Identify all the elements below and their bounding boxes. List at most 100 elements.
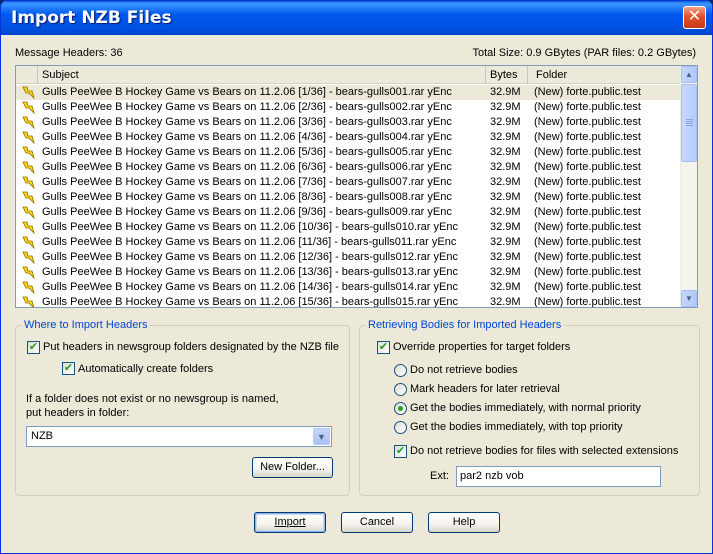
list-row[interactable]: Gulls PeeWee B Hockey Game vs Bears on 1…	[16, 280, 681, 295]
override-properties-checkbox[interactable]: ✔	[377, 341, 390, 354]
list-row[interactable]: Gulls PeeWee B Hockey Game vs Bears on 1…	[16, 220, 681, 235]
ext-label: Ext:	[430, 470, 449, 482]
list-row[interactable]: Gulls PeeWee B Hockey Game vs Bears on 1…	[16, 160, 681, 175]
auto-create-folders-label[interactable]: Automatically create folders	[78, 363, 213, 375]
new-folder-button[interactable]: New Folder...	[252, 457, 333, 478]
row-subject: Gulls PeeWee B Hockey Game vs Bears on 1…	[42, 281, 458, 293]
thumb-grip	[686, 119, 693, 120]
chevron-up-icon: ▲	[685, 70, 693, 79]
radio-normal-priority[interactable]	[394, 402, 407, 415]
scroll-thumb[interactable]	[681, 84, 697, 162]
row-subject: Gulls PeeWee B Hockey Game vs Bears on 1…	[42, 236, 457, 248]
radio-top-priority[interactable]	[394, 421, 407, 434]
thumb-grip	[686, 121, 693, 122]
list-vertical-scrollbar[interactable]: ▲ ▼	[680, 66, 697, 307]
column-header-bytes[interactable]: Bytes	[486, 66, 528, 84]
radio-normal-priority-label[interactable]: Get the bodies immediately, with normal …	[410, 402, 641, 414]
radio-selected-dot	[398, 406, 403, 411]
list-row[interactable]: Gulls PeeWee B Hockey Game vs Bears on 1…	[16, 235, 681, 250]
close-button[interactable]: ✕	[683, 6, 706, 29]
dropdown-button[interactable]: ▼	[313, 428, 330, 445]
list-row[interactable]: Gulls PeeWee B Hockey Game vs Bears on 1…	[16, 130, 681, 145]
list-row[interactable]: Gulls PeeWee B Hockey Game vs Bears on 1…	[16, 115, 681, 130]
yellow-lightning-icon	[21, 101, 35, 115]
message-headers-count: Message Headers: 36	[15, 47, 123, 59]
row-folder: (New) forte.public.test	[534, 206, 641, 218]
column-header-folder[interactable]: Folder	[528, 66, 681, 84]
list-row[interactable]: Gulls PeeWee B Hockey Game vs Bears on 1…	[16, 100, 681, 115]
radio-mark-later[interactable]	[394, 383, 407, 396]
radio-do-not-retrieve[interactable]	[394, 364, 407, 377]
list-row[interactable]: Gulls PeeWee B Hockey Game vs Bears on 1…	[16, 205, 681, 220]
chevron-down-icon: ▼	[317, 432, 326, 442]
put-headers-label[interactable]: Put headers in newsgroup folders designa…	[43, 341, 339, 353]
scroll-down-button[interactable]: ▼	[681, 290, 697, 307]
row-folder: (New) forte.public.test	[534, 176, 641, 188]
thumb-grip	[686, 123, 693, 124]
yellow-lightning-icon	[21, 296, 35, 307]
fallback-folder-select[interactable]: NZB ▼	[26, 426, 332, 447]
headers-list[interactable]: Subject Bytes Folder Gulls PeeWee B Hock…	[15, 65, 698, 308]
help-button[interactable]: Help	[428, 512, 500, 533]
auto-create-folders-checkbox[interactable]: ✔	[62, 362, 75, 375]
row-bytes: 32.9M	[490, 86, 521, 98]
radio-mark-later-label[interactable]: Mark headers for later retrieval	[410, 383, 560, 395]
list-header: Subject Bytes Folder	[16, 66, 681, 84]
list-row[interactable]: Gulls PeeWee B Hockey Game vs Bears on 1…	[16, 265, 681, 280]
row-folder: (New) forte.public.test	[534, 116, 641, 128]
close-icon: ✕	[687, 8, 702, 25]
extensions-input[interactable]: par2 nzb vob	[456, 466, 661, 487]
import-button[interactable]: Import	[254, 512, 326, 533]
yellow-lightning-icon	[21, 221, 35, 235]
row-bytes: 32.9M	[490, 206, 521, 218]
radio-top-priority-label[interactable]: Get the bodies immediately, with top pri…	[410, 421, 623, 433]
override-properties-label[interactable]: Override properties for target folders	[393, 341, 570, 353]
row-bytes: 32.9M	[490, 191, 521, 203]
yellow-lightning-icon	[21, 191, 35, 205]
row-subject: Gulls PeeWee B Hockey Game vs Bears on 1…	[42, 251, 458, 263]
list-row[interactable]: Gulls PeeWee B Hockey Game vs Bears on 1…	[16, 190, 681, 205]
fallback-folder-value: NZB	[31, 430, 53, 442]
row-folder: (New) forte.public.test	[534, 86, 641, 98]
row-bytes: 32.9M	[490, 116, 521, 128]
list-row[interactable]: Gulls PeeWee B Hockey Game vs Bears on 1…	[16, 175, 681, 190]
scroll-up-button[interactable]: ▲	[681, 66, 697, 83]
checkmark-icon: ✔	[395, 445, 406, 457]
list-row[interactable]: Gulls PeeWee B Hockey Game vs Bears on 1…	[16, 145, 681, 160]
row-subject: Gulls PeeWee B Hockey Game vs Bears on 1…	[42, 161, 452, 173]
yellow-lightning-icon	[21, 131, 35, 145]
exclude-extensions-label[interactable]: Do not retrieve bodies for files with se…	[410, 445, 678, 457]
list-rows: Gulls PeeWee B Hockey Game vs Bears on 1…	[16, 85, 681, 308]
yellow-lightning-icon	[21, 116, 35, 130]
row-folder: (New) forte.public.test	[534, 236, 641, 248]
yellow-lightning-icon	[21, 86, 35, 100]
title-bar[interactable]: Import NZB Files ✕	[1, 1, 712, 35]
row-bytes: 32.9M	[490, 281, 521, 293]
yellow-lightning-icon	[21, 281, 35, 295]
row-folder: (New) forte.public.test	[534, 296, 641, 308]
list-row[interactable]: Gulls PeeWee B Hockey Game vs Bears on 1…	[16, 295, 681, 308]
fallback-folder-text-line1: If a folder does not exist or no newsgro…	[26, 393, 279, 405]
fallback-folder-text-line2: put headers in folder:	[26, 407, 130, 419]
exclude-extensions-checkbox[interactable]: ✔	[394, 445, 407, 458]
list-row[interactable]: Gulls PeeWee B Hockey Game vs Bears on 1…	[16, 85, 681, 100]
row-subject: Gulls PeeWee B Hockey Game vs Bears on 1…	[42, 191, 452, 203]
row-subject: Gulls PeeWee B Hockey Game vs Bears on 1…	[42, 146, 452, 158]
list-row[interactable]: Gulls PeeWee B Hockey Game vs Bears on 1…	[16, 250, 681, 265]
row-subject: Gulls PeeWee B Hockey Game vs Bears on 1…	[42, 176, 452, 188]
row-folder: (New) forte.public.test	[534, 161, 641, 173]
yellow-lightning-icon	[21, 146, 35, 160]
retrieving-bodies-legend: Retrieving Bodies for Imported Headers	[368, 319, 562, 331]
radio-do-not-retrieve-label[interactable]: Do not retrieve bodies	[410, 364, 518, 376]
row-folder: (New) forte.public.test	[534, 146, 641, 158]
column-header-subject[interactable]: Subject	[38, 66, 486, 84]
row-subject: Gulls PeeWee B Hockey Game vs Bears on 1…	[42, 86, 452, 98]
column-header-icon[interactable]	[16, 66, 38, 84]
cancel-button[interactable]: Cancel	[341, 512, 413, 533]
row-subject: Gulls PeeWee B Hockey Game vs Bears on 1…	[42, 131, 452, 143]
put-headers-checkbox[interactable]: ✔	[27, 341, 40, 354]
chevron-down-icon: ▼	[685, 294, 693, 303]
row-folder: (New) forte.public.test	[534, 131, 641, 143]
checkmark-icon: ✔	[28, 341, 39, 353]
total-size-label: Total Size: 0.9 GBytes (PAR files: 0.2 G…	[472, 47, 696, 59]
